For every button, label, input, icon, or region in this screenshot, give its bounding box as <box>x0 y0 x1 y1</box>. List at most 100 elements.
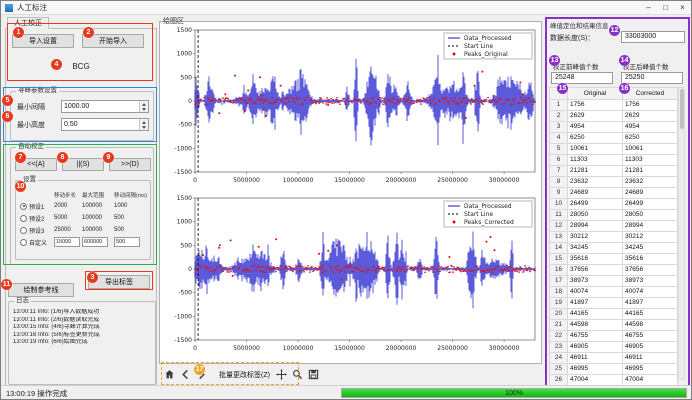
draw-reference-button[interactable]: 绘制参考线 <box>8 283 74 297</box>
corrected-column-header[interactable]: Corrected <box>623 88 678 100</box>
min-interval-value: 1000.00 <box>62 103 139 110</box>
svg-text:10000000: 10000000 <box>283 345 314 352</box>
peaks-table-row[interactable]: 92468924689 <box>550 188 678 199</box>
row-number-header <box>550 88 568 100</box>
peaks-table-row[interactable]: 234690546905 <box>550 342 678 353</box>
peaks-table-row[interactable]: 224675546755 <box>550 331 678 342</box>
peaks-table-row[interactable]: 122899428994 <box>550 221 678 232</box>
start-import-button[interactable]: 开始导入 <box>82 34 144 48</box>
plot-area: 150010005000-500-1000-150005000000100000… <box>159 21 542 364</box>
peaks-table-row[interactable]: 72128121281 <box>550 166 678 177</box>
window-title: 人工标注 <box>17 2 47 13</box>
preset-value: 100000 <box>82 215 114 221</box>
home-icon[interactable] <box>163 367 176 382</box>
title-bar: 人工标注 – □ × <box>1 1 691 15</box>
settings-rows: 预设120001000001000预设25000100000500预设32500… <box>20 200 154 248</box>
peaks-table-row[interactable]: 173897338973 <box>550 276 678 287</box>
zoom-icon[interactable] <box>291 367 304 382</box>
svg-text:15000000: 15000000 <box>334 345 365 352</box>
original-column-header[interactable]: Original <box>568 88 623 100</box>
before-count-label: 校正前峰值个数 <box>553 61 599 71</box>
peaks-table-row[interactable]: 102649926499 <box>550 199 678 210</box>
peaks-table-row[interactable]: 194189741897 <box>550 298 678 309</box>
radio-preset2[interactable] <box>20 215 27 222</box>
svg-text:25000000: 25000000 <box>437 177 468 184</box>
preset-value: 1000 <box>114 203 154 209</box>
svg-text:15000000: 15000000 <box>334 177 365 184</box>
export-labels-button[interactable]: 导出标签 <box>88 275 150 289</box>
svg-text:-500: -500 <box>178 122 192 129</box>
save-icon[interactable] <box>307 367 320 382</box>
peaks-table-row[interactable]: 143424534245 <box>550 243 678 254</box>
peaks-table-row[interactable]: 112805028050 <box>550 210 678 221</box>
close-button[interactable]: × <box>674 1 691 14</box>
back-icon[interactable] <box>179 367 192 382</box>
peaks-table-row[interactable]: 264700447004 <box>550 375 678 386</box>
min-interval-label: 最小间隔 <box>17 102 45 112</box>
table-scrollbar[interactable] <box>678 87 685 380</box>
svg-text:-1500: -1500 <box>175 337 193 344</box>
svg-text:10000000: 10000000 <box>283 177 314 184</box>
tab-manual-correction[interactable]: 人工校正 <box>7 17 49 29</box>
peaks-table-row[interactable]: 462506250 <box>550 133 678 144</box>
svg-text:500: 500 <box>181 74 193 81</box>
svg-text:1500: 1500 <box>177 27 192 34</box>
custom-value-input[interactable]: 500 <box>114 237 140 247</box>
pause-button[interactable]: ||(S) <box>62 158 104 171</box>
pan-icon[interactable] <box>275 367 288 382</box>
bottom-chart[interactable]: 150010005000-500-1000-150005000000100000… <box>161 192 541 360</box>
peaks-table-row[interactable]: 184007440074 <box>550 287 678 298</box>
svg-text:-500: -500 <box>178 290 192 297</box>
peaks-table-row[interactable]: 82363223632 <box>550 177 678 188</box>
log-line: 13:00:15 Info: (4/6)寻峰计算完成 <box>13 324 153 332</box>
svg-text:30000000: 30000000 <box>489 345 520 352</box>
peaks-table-row[interactable]: 51006110061 <box>550 144 678 155</box>
custom-value-input[interactable]: 15000 <box>54 237 80 247</box>
min-height-spinbox[interactable]: 0.50 <box>61 118 149 131</box>
svg-text:Data_Processed: Data_Processed <box>464 35 512 42</box>
radio-preset1[interactable] <box>20 203 27 210</box>
peaks-table-row[interactable]: 244691146911 <box>550 353 678 364</box>
peaks-table-row[interactable]: 349544954 <box>550 122 678 133</box>
after-count-value: 25250 <box>621 72 683 84</box>
settings-row-preset1: 预设120001000001000 <box>20 200 154 212</box>
step-left-button[interactable]: <<(A) <box>15 158 57 171</box>
minimize-button[interactable]: – <box>640 1 657 14</box>
peaks-table-row[interactable]: 204416544165 <box>550 309 678 320</box>
window-controls: – □ × <box>640 1 691 14</box>
peaks-table-row[interactable]: 61130311303 <box>550 155 678 166</box>
min-interval-spinbox[interactable]: 1000.00 <box>61 100 149 113</box>
scrollbar-thumb[interactable] <box>680 89 684 129</box>
custom-value-input[interactable]: 600000 <box>82 237 108 247</box>
preset-value: 25000 <box>54 227 82 233</box>
radio-preset3[interactable] <box>20 227 27 234</box>
presets-table: 移动步长最大范围移动间隔(ms) 预设120001000001000预设2500… <box>20 189 154 248</box>
settings-subgroup-title: 设置 <box>21 176 38 184</box>
auto-correct-group: 自动校正 <<(A) ||(S) >>(D) 设置 移动步长最大范围移动间隔(m… <box>10 147 154 265</box>
peaks-table-row[interactable]: 163765637656 <box>550 265 678 276</box>
spinner-arrows-icon[interactable] <box>139 101 148 112</box>
before-count-value: 25248 <box>551 72 613 84</box>
peaks-table-row[interactable]: 226292629 <box>550 111 678 122</box>
svg-text:20000000: 20000000 <box>386 345 417 352</box>
batch-edit-labels-button[interactable]: 批量更改标签(Z) <box>219 370 270 380</box>
svg-text:0: 0 <box>188 98 192 105</box>
log-lines[interactable]: 13:00:11 Info: (1/6)导入数据成功13:00:11 Info:… <box>13 309 153 382</box>
peaks-table-row[interactable]: 254699546995 <box>550 364 678 375</box>
top-chart[interactable]: 150010005000-500-1000-150005000000100000… <box>161 24 541 192</box>
radio-custom[interactable] <box>20 239 27 246</box>
step-right-button[interactable]: >>(D) <box>109 158 151 171</box>
peaks-table-row[interactable]: 117561756 <box>550 100 678 111</box>
peaks-table-row[interactable]: 133021230212 <box>550 232 678 243</box>
peak-params-title: 寻峰参数设置 <box>16 87 59 95</box>
peaks-table-row[interactable]: 153561635616 <box>550 254 678 265</box>
app-icon <box>5 4 13 12</box>
settings-col-header: 移动间隔(ms) <box>114 191 154 199</box>
import-settings-button[interactable]: 导入设置 <box>12 34 74 48</box>
maximize-button[interactable]: □ <box>657 1 674 14</box>
peaks-table-row[interactable]: 214459844598 <box>550 320 678 331</box>
radio-label: 预设3 <box>29 226 44 235</box>
forward-icon[interactable] <box>195 367 208 382</box>
spinner-arrows-icon[interactable] <box>139 119 148 130</box>
svg-text:0: 0 <box>193 177 197 184</box>
